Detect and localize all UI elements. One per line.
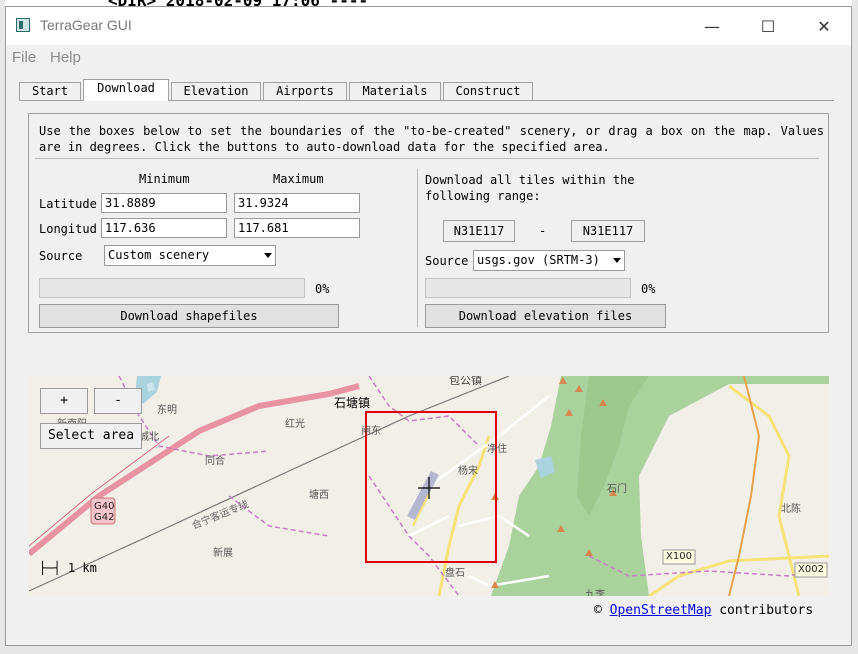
scenery-source-value: Custom scenery — [108, 248, 210, 262]
background-bottom-edge — [0, 646, 858, 654]
shield-label: X002 — [798, 564, 824, 575]
map-canvas[interactable] — [29, 376, 829, 596]
app-icon — [16, 18, 30, 32]
tab-construct[interactable]: Construct — [443, 82, 533, 100]
place-label: 包公镇 — [449, 376, 482, 387]
copyright-symbol: © — [594, 603, 602, 618]
place-label: 石门 — [607, 484, 627, 495]
chevron-down-icon — [264, 253, 272, 258]
tile-range-separator: - — [539, 224, 547, 238]
chevron-down-icon — [613, 258, 621, 263]
place-label: 塘西 — [309, 490, 329, 501]
source-label: Source — [39, 249, 83, 263]
latitude-min-field[interactable]: 31.8889 — [101, 193, 227, 213]
place-label: 九李 — [585, 590, 605, 596]
tab-airports[interactable]: Airports — [263, 82, 347, 100]
elevation-progress-percent: 0% — [641, 282, 656, 296]
minimize-button[interactable]: — — [684, 7, 740, 45]
close-button[interactable]: ✕ — [796, 7, 851, 45]
openstreetmap-link[interactable]: OpenStreetMap — [610, 603, 712, 618]
elevation-progress-bar — [425, 278, 631, 298]
place-label: 净住 — [487, 444, 507, 455]
place-label: 红光 — [285, 419, 305, 430]
menu-help[interactable]: Help — [50, 49, 81, 66]
place-label: 杨宋 — [458, 466, 478, 477]
longitude-max-field[interactable]: 117.681 — [234, 218, 360, 238]
forest-area — [491, 376, 829, 596]
elevation-range-text: Download all tiles within the following … — [425, 173, 635, 203]
zoom-out-button[interactable]: - — [94, 388, 142, 414]
terragear-window: TerraGear GUI — ☐ ✕ File Help Start Down… — [5, 6, 852, 646]
elevation-source-select[interactable]: usgs.gov (SRTM-3) — [473, 250, 625, 271]
shapefiles-progress-percent: 0% — [315, 282, 330, 296]
place-label: 北陈 — [781, 504, 801, 515]
place-label: 城北 — [139, 432, 159, 443]
place-label: 闸东 — [361, 426, 381, 437]
place-label: 同合 — [205, 456, 225, 467]
tile-to-box: N31E117 — [571, 220, 645, 242]
download-shapefiles-button[interactable]: Download shapefiles — [39, 304, 339, 328]
motorway-edge — [29, 435, 170, 547]
title-bar[interactable]: TerraGear GUI — ☐ ✕ — [6, 7, 851, 45]
scale-bar-icon: ├─┤ — [39, 561, 68, 575]
place-label: 石塘镇 — [334, 396, 371, 410]
place-label: 新展 — [213, 548, 233, 559]
longitude-min-field[interactable]: 117.636 — [101, 218, 227, 238]
latitude-max-field[interactable]: 31.9324 — [234, 193, 360, 213]
horizontal-divider — [35, 158, 819, 159]
scale-label: 1 km — [67, 561, 97, 575]
place-label: 东明 — [157, 405, 177, 416]
place-label: 盘石 — [445, 568, 465, 579]
trunk-road — [728, 384, 801, 596]
shield-label: X100 — [666, 551, 692, 562]
orange-road — [728, 376, 761, 596]
airport-runway — [407, 471, 439, 520]
shield-label: G40 — [94, 501, 115, 512]
menu-file[interactable]: File — [12, 49, 36, 66]
credit-suffix: contributors — [711, 603, 814, 618]
longitude-label: Longitud — [39, 222, 97, 236]
minimum-label: Minimum — [139, 172, 190, 186]
elevation-source-value: usgs.gov (SRTM-3) — [477, 253, 600, 267]
map-view[interactable]: 石塘镇 包公镇 东明 新南阳 城北 红光 同合 闸东 净住 杨宋 石门 北陈 塘… — [29, 376, 829, 596]
maximize-button[interactable]: ☐ — [740, 7, 796, 45]
tab-download[interactable]: Download — [83, 79, 169, 101]
download-elevation-button[interactable]: Download elevation files — [425, 304, 666, 328]
tile-from-box: N31E117 — [443, 220, 515, 242]
map-scale: ├─┤ 1 km — [39, 561, 97, 575]
download-panel: Use the boxes below to set the boundarie… — [28, 113, 829, 333]
window-title: TerraGear GUI — [40, 17, 132, 33]
shapefiles-progress-bar — [39, 278, 305, 298]
latitude-label: Latitude — [39, 197, 97, 211]
tab-materials[interactable]: Materials — [349, 82, 441, 100]
vertical-divider — [417, 169, 418, 327]
map-credit: © OpenStreetMap contributors — [594, 603, 813, 618]
maximum-label: Maximum — [273, 172, 324, 186]
scenery-source-select[interactable]: Custom scenery — [104, 245, 276, 266]
close-icon: ✕ — [817, 16, 831, 36]
tab-elevation[interactable]: Elevation — [171, 82, 261, 100]
maximize-icon: ☐ — [760, 16, 776, 36]
zoom-in-button[interactable]: + — [40, 388, 88, 414]
menu-bar: File Help — [6, 45, 851, 69]
download-description: Use the boxes below to set the boundarie… — [39, 124, 824, 154]
select-area-button[interactable]: Select area — [40, 423, 142, 449]
background-right-edge — [852, 0, 858, 654]
elevation-source-label: Source — [425, 254, 469, 268]
shield-label: G42 — [94, 512, 115, 523]
minimize-icon: — — [704, 16, 720, 36]
tab-start[interactable]: Start — [19, 82, 81, 100]
